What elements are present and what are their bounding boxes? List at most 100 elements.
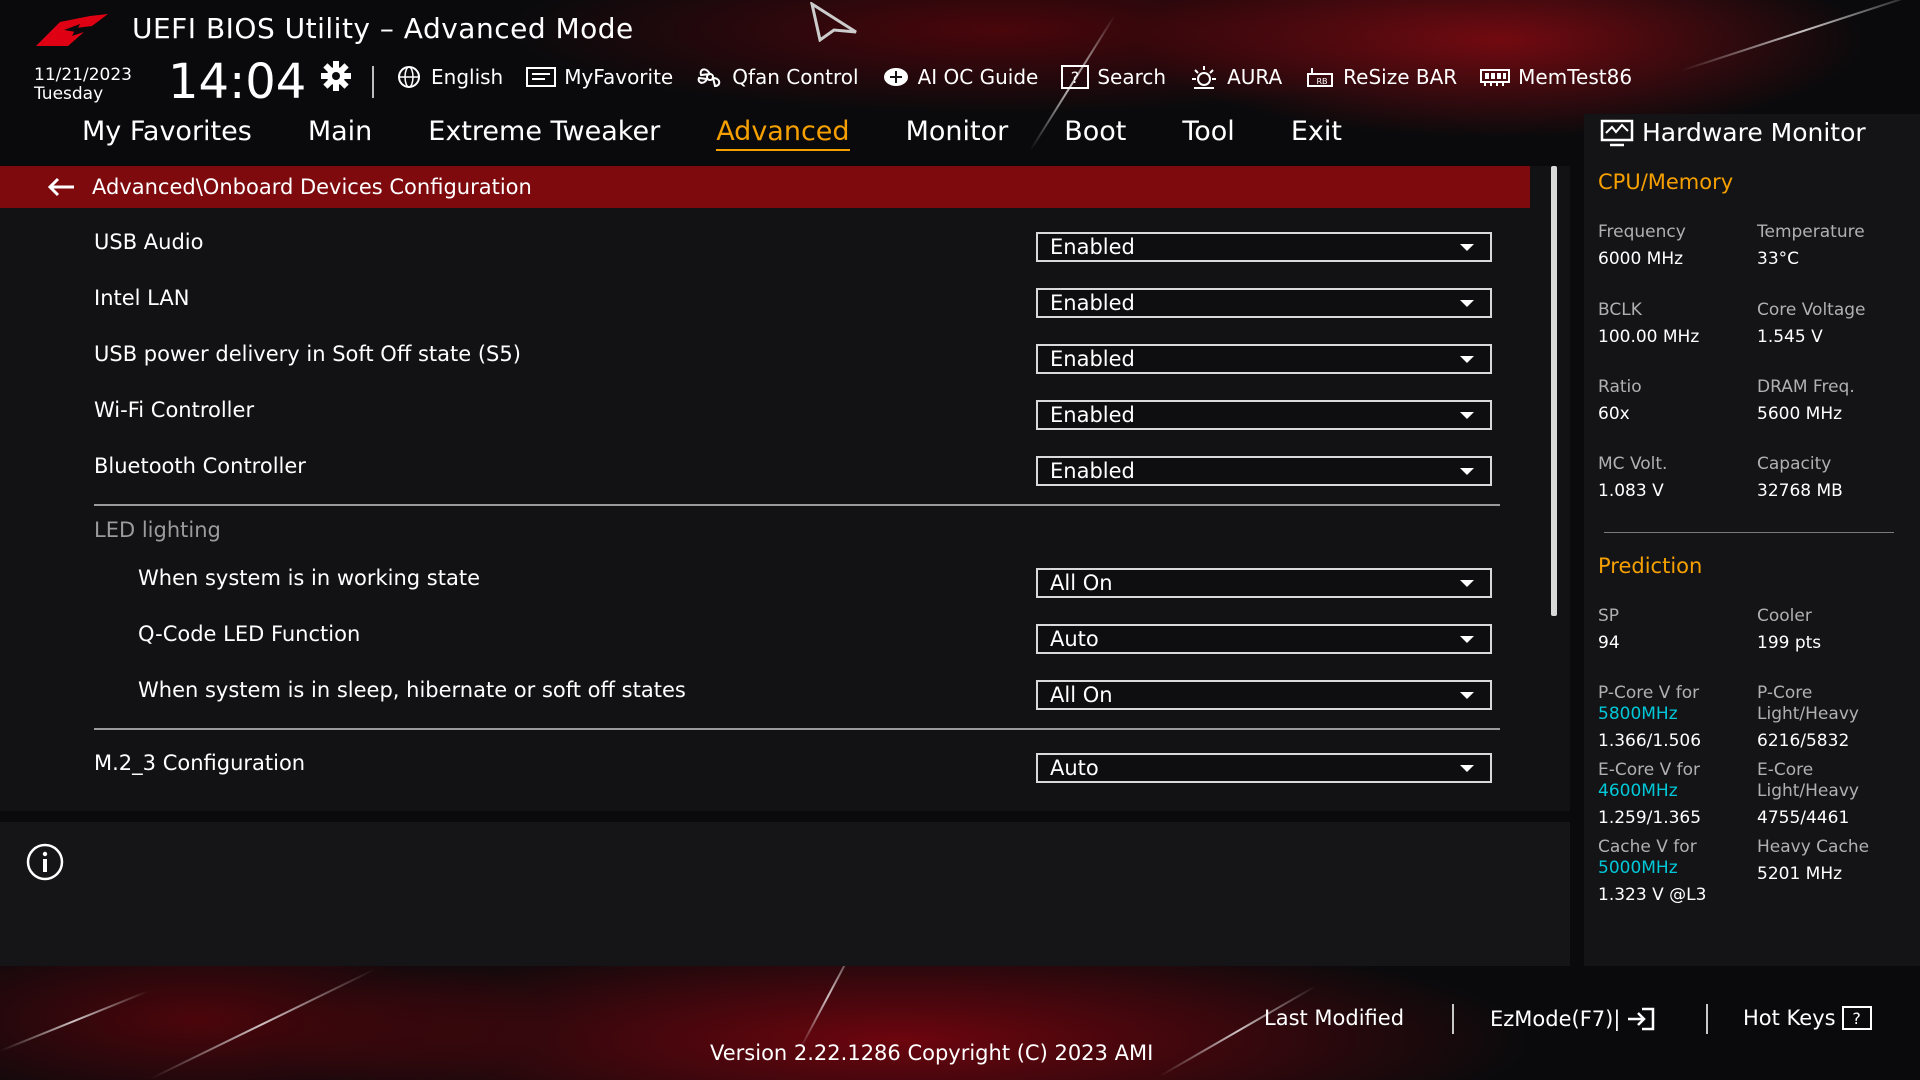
toolbar-label: AURA xyxy=(1227,65,1283,89)
hw-value: 33°C xyxy=(1757,249,1800,269)
setting-label: Bluetooth Controller xyxy=(94,454,306,478)
setting-row-bluetooth-controller[interactable]: Bluetooth Controller Enabled xyxy=(0,448,1530,488)
toolbar-search[interactable]: ? Search xyxy=(1060,64,1166,90)
setting-label: Intel LAN xyxy=(94,286,190,310)
setting-dropdown[interactable]: Enabled xyxy=(1036,456,1492,486)
toolbar: English MyFavorite Qfan Control AI OC Gu… xyxy=(394,64,1632,90)
hw-value: 100.00 MHz xyxy=(1598,327,1700,347)
hw-value: 5600 MHz xyxy=(1757,404,1843,424)
toolbar-english[interactable]: English xyxy=(394,65,503,89)
setting-row-m2-3-configuration[interactable]: M.2_3 Configuration Auto xyxy=(0,745,1530,785)
hw-label: Cache V for xyxy=(1598,837,1697,857)
date-display[interactable]: 11/21/2023 Tuesday xyxy=(34,66,132,104)
chevron-down-icon xyxy=(1460,636,1474,643)
setting-row-led-working-state[interactable]: When system is in working state All On xyxy=(0,560,1530,600)
setting-label: USB Audio xyxy=(94,230,204,254)
fan-icon xyxy=(697,68,721,88)
dropdown-value: Enabled xyxy=(1050,347,1135,371)
chevron-down-icon xyxy=(1460,765,1474,772)
setting-row-intel-lan[interactable]: Intel LAN Enabled xyxy=(0,280,1530,320)
ezmode-label: EzMode(F7)| xyxy=(1490,1007,1621,1031)
version-text: Version 2.22.1286 Copyright (C) 2023 AMI xyxy=(710,1041,1154,1065)
tab-boot[interactable]: Boot xyxy=(1064,116,1126,151)
memory-icon xyxy=(1480,69,1511,86)
dropdown-value: All On xyxy=(1050,571,1113,595)
hw-core-voltage: Core Voltage 1.545 V xyxy=(1757,300,1866,348)
dropdown-value: Enabled xyxy=(1050,235,1135,259)
setting-row-led-sleep-state[interactable]: When system is in sleep, hibernate or so… xyxy=(0,672,1530,712)
dropdown-value: Enabled xyxy=(1050,403,1135,427)
setting-dropdown[interactable]: Enabled xyxy=(1036,400,1492,430)
gear-icon[interactable] xyxy=(320,60,352,92)
hw-value: 5201 MHz xyxy=(1757,864,1843,884)
section-title-led-lighting: LED lighting xyxy=(94,518,221,542)
svg-text:RB: RB xyxy=(1317,77,1328,86)
toolbar-myfavorite[interactable]: MyFavorite xyxy=(525,65,673,89)
chevron-down-icon xyxy=(1460,580,1474,587)
hw-sp: SP 94 xyxy=(1598,606,1620,654)
chevron-down-icon xyxy=(1460,412,1474,419)
hw-value: 1.323 V @L3 xyxy=(1598,885,1707,905)
hw-ecore-light-heavy: E-Core Light/Heavy 4755/4461 xyxy=(1757,760,1859,829)
setting-row-qcode-led[interactable]: Q-Code LED Function Auto xyxy=(0,616,1530,656)
toolbar-resize-bar[interactable]: RB ReSize BAR xyxy=(1304,64,1457,90)
hw-bclk: BCLK 100.00 MHz xyxy=(1598,300,1699,348)
setting-dropdown[interactable]: Auto xyxy=(1036,753,1492,783)
scrollbar[interactable] xyxy=(1551,166,1557,616)
tab-advanced[interactable]: Advanced xyxy=(716,116,850,151)
monitor-icon xyxy=(1600,119,1634,146)
last-modified-button[interactable]: Last Modified xyxy=(1264,1006,1404,1030)
hw-label: Ratio xyxy=(1598,377,1642,397)
question-box-icon: ? xyxy=(1061,65,1090,89)
hw-label: Temperature xyxy=(1757,222,1865,242)
mouse-cursor-icon xyxy=(810,2,857,42)
setting-dropdown[interactable]: All On xyxy=(1036,568,1492,598)
hw-value: 60x xyxy=(1598,404,1630,424)
setting-row-usb-audio[interactable]: USB Audio Enabled xyxy=(0,224,1530,264)
hw-value: 1.545 V xyxy=(1757,327,1823,347)
hotkeys-label: Hot Keys xyxy=(1743,1006,1836,1030)
section-divider xyxy=(94,728,1500,730)
hardware-monitor-label: Hardware Monitor xyxy=(1642,118,1866,147)
myfavorite-icon xyxy=(526,67,557,87)
section-title-cpu-memory: CPU/Memory xyxy=(1598,170,1734,194)
hw-value: 1.259/1.365 xyxy=(1598,808,1702,828)
hw-label: Frequency xyxy=(1598,222,1686,242)
hw-value: 1.366/1.506 xyxy=(1598,731,1702,751)
hardware-monitor-title: Hardware Monitor xyxy=(1600,118,1866,147)
tab-my-favorites[interactable]: My Favorites xyxy=(82,116,252,151)
footer-divider xyxy=(1706,1004,1708,1034)
setting-dropdown[interactable]: Auto xyxy=(1036,624,1492,654)
back-arrow-icon[interactable] xyxy=(46,176,78,198)
tab-extreme-tweaker[interactable]: Extreme Tweaker xyxy=(428,116,660,151)
time-display[interactable]: 14:04 xyxy=(168,54,306,110)
hw-value: 6000 MHz xyxy=(1598,249,1684,269)
toolbar-ai-oc-guide[interactable]: AI OC Guide xyxy=(881,65,1038,89)
setting-label: USB power delivery in Soft Off state (S5… xyxy=(94,342,521,366)
hw-label: E-Core V for xyxy=(1598,760,1701,780)
hw-label: MC Volt. xyxy=(1598,454,1668,474)
toolbar-memtest86[interactable]: MemTest86 xyxy=(1479,65,1632,89)
ezmode-button[interactable]: EzMode(F7)| xyxy=(1490,1006,1656,1032)
dropdown-value: Enabled xyxy=(1050,291,1135,315)
setting-dropdown[interactable]: Enabled xyxy=(1036,344,1492,374)
setting-dropdown[interactable]: All On xyxy=(1036,680,1492,710)
toolbar-aura[interactable]: AURA xyxy=(1188,64,1282,90)
tab-main[interactable]: Main xyxy=(308,116,372,151)
toolbar-qfan-control[interactable]: Qfan Control xyxy=(695,64,859,90)
hw-pcore-v: P-Core V for 5800MHz 1.366/1.506 xyxy=(1598,683,1701,752)
tab-tool[interactable]: Tool xyxy=(1182,116,1234,151)
footer: Last Modified EzMode(F7)| Hot Keys ? Ver… xyxy=(0,966,1920,1080)
tab-exit[interactable]: Exit xyxy=(1291,116,1342,151)
hw-value: 199 pts xyxy=(1757,633,1822,653)
setting-row-wifi-controller[interactable]: Wi-Fi Controller Enabled xyxy=(0,392,1530,432)
section-divider xyxy=(94,504,1500,506)
hw-label: BCLK xyxy=(1598,300,1642,320)
setting-row-usb-power-delivery[interactable]: USB power delivery in Soft Off state (S5… xyxy=(0,336,1530,376)
hw-temperature: Temperature 33°C xyxy=(1757,222,1865,270)
date-text: 11/21/2023 xyxy=(34,65,132,85)
setting-dropdown[interactable]: Enabled xyxy=(1036,288,1492,318)
tab-monitor[interactable]: Monitor xyxy=(906,116,1009,151)
hotkeys-button[interactable]: Hot Keys ? xyxy=(1743,1006,1872,1030)
setting-dropdown[interactable]: Enabled xyxy=(1036,232,1492,262)
